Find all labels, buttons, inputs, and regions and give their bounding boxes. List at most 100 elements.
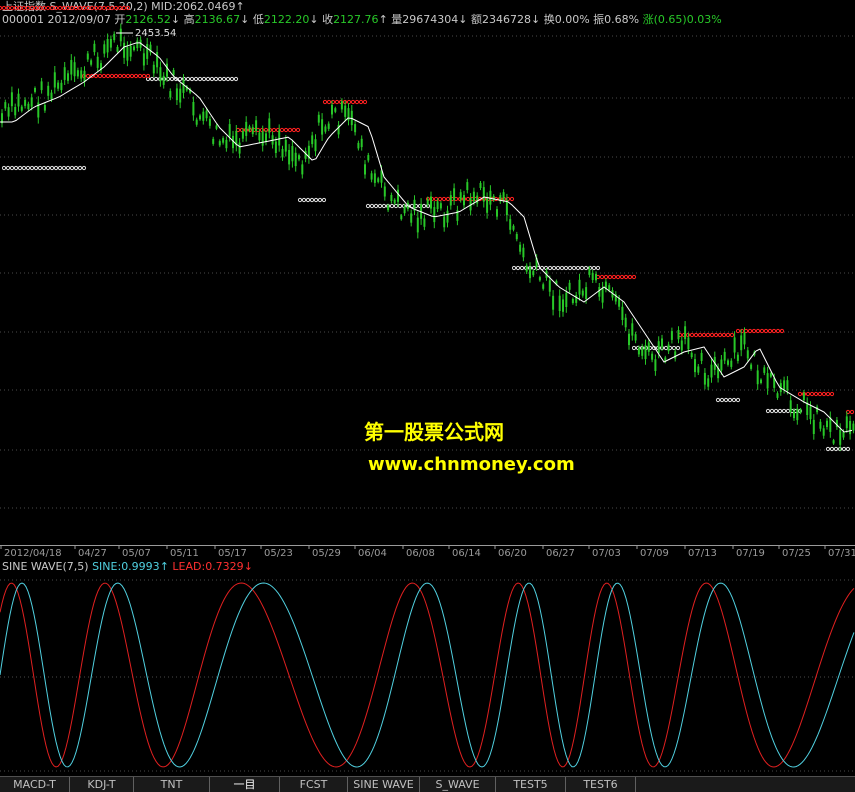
band-dot-red (33, 5, 39, 11)
candle-body (284, 139, 287, 152)
sine-wave-panel[interactable] (0, 575, 855, 775)
candle-body (558, 295, 561, 311)
sine-line (0, 582, 855, 768)
candle-body (116, 46, 119, 52)
band-dot-red (93, 5, 99, 11)
band-dot-white (781, 408, 787, 414)
axis-date-label: 06/27 (546, 548, 575, 559)
band-dot-white (5, 165, 11, 171)
candle-body (644, 345, 647, 360)
band-dot-red (53, 5, 59, 11)
band-dot-white (53, 165, 59, 171)
tab-sine-wave[interactable]: SINE WAVE (348, 777, 420, 792)
candle-body (832, 440, 835, 444)
candle-body (684, 326, 687, 340)
indicator-title: SINE WAVE(7,5) (2, 560, 89, 573)
band-dot-white (189, 76, 195, 82)
band-dot-white (25, 165, 31, 171)
band-dot-red (809, 391, 815, 397)
candle-body (453, 188, 456, 201)
band-dot-red (37, 5, 43, 11)
axis-date-label: 2012/04/18 (4, 548, 62, 559)
candle-body (766, 373, 769, 389)
candle-body (331, 104, 333, 115)
candlesticks (1, 23, 855, 451)
candle-body (27, 103, 30, 109)
candle-body (822, 428, 825, 436)
band-dot-white (313, 197, 319, 203)
mid-line (0, 42, 853, 433)
candle-body (113, 33, 116, 41)
candle-body (225, 139, 228, 149)
tab-ichimoku[interactable]: 一目 (210, 777, 280, 792)
candle-body (505, 200, 508, 216)
candle-body (697, 366, 700, 373)
band-dot-white (829, 446, 835, 452)
candle-body (661, 338, 663, 348)
candle-body (14, 107, 17, 116)
candle-body (479, 183, 482, 188)
candle-body (463, 195, 465, 206)
tab-fcst[interactable]: FCST (280, 777, 348, 792)
band-dot-red (61, 5, 67, 11)
band-dot-white (841, 446, 847, 452)
candle-body (651, 353, 654, 360)
band-dot-white (377, 203, 383, 209)
candle-body (852, 423, 855, 431)
tab-test6[interactable]: TEST6 (566, 777, 636, 792)
candle-body (532, 270, 535, 276)
candle-body (364, 164, 366, 175)
band-dot-white (777, 408, 783, 414)
axis-date-label: 05/17 (218, 548, 247, 559)
candle-body (60, 82, 63, 91)
band-dot-red (77, 5, 83, 11)
candle-body (80, 70, 83, 79)
band-dot-white (515, 265, 521, 271)
candle-body (581, 290, 584, 296)
candle-body (585, 287, 588, 299)
candle-body (57, 82, 60, 89)
candle-body (562, 299, 564, 312)
tab-tnt[interactable]: TNT (134, 777, 210, 792)
band-dot-red (725, 332, 731, 338)
tab-test5[interactable]: TEST5 (496, 777, 566, 792)
band-dot-red (735, 328, 741, 334)
candle-body (426, 198, 429, 205)
candle-body (261, 131, 264, 146)
band-dot-white (365, 203, 371, 209)
candle-body (786, 380, 789, 391)
candle-body (212, 138, 215, 144)
axis-date-label: 06/14 (452, 548, 481, 559)
band-dot-red (623, 274, 629, 280)
candle-body (641, 347, 644, 356)
band-dot-red (775, 328, 781, 334)
band-dot-red (1, 5, 7, 11)
band-dot-red (599, 274, 605, 280)
band-dot-red (821, 391, 827, 397)
band-dot-white (17, 165, 23, 171)
candle-body (826, 420, 828, 427)
band-dot-red (697, 332, 703, 338)
axis-date-label: 07/31 (828, 548, 855, 559)
tab-kdj-t[interactable]: KDJ-T (70, 777, 134, 792)
candle-body (129, 45, 132, 57)
band-dot-white (579, 265, 585, 271)
candle-body (274, 141, 277, 153)
band-dot-red (109, 73, 115, 79)
tab-macd-t[interactable]: MACD-T (0, 777, 70, 792)
candle-body (512, 225, 515, 230)
band-dot-white (297, 197, 303, 203)
candle-body (542, 284, 545, 289)
band-dot-red (693, 332, 699, 338)
band-dot-red (279, 127, 285, 133)
band-dot-red (705, 332, 711, 338)
candle-body (750, 364, 753, 369)
candle-body (588, 268, 591, 275)
candle-body (40, 81, 43, 91)
candle-body (119, 28, 122, 42)
tab-s-wave[interactable]: S_WAVE (420, 777, 496, 792)
candle-body (565, 292, 568, 307)
band-dot-red (603, 274, 609, 280)
band-dot-red (291, 127, 297, 133)
candle-body (476, 195, 479, 204)
